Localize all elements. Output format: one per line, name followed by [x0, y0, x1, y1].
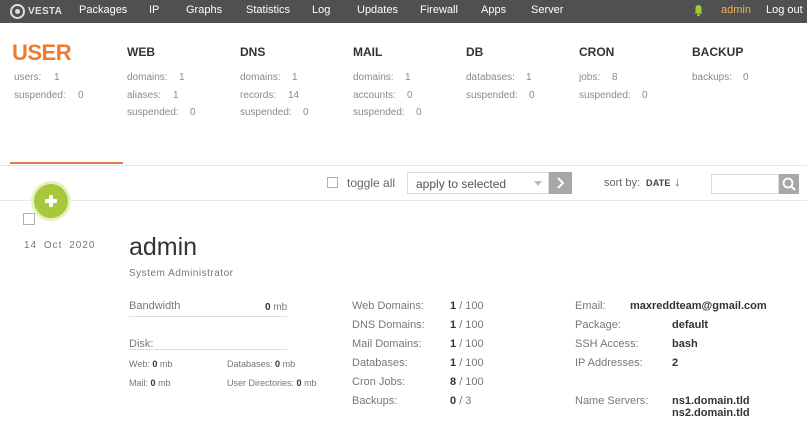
summary-title-user: USER: [12, 40, 72, 65]
record-username: admin: [129, 233, 198, 261]
toggle-all-checkbox[interactable]: [327, 177, 338, 188]
summary-stat: domains: 1: [127, 72, 185, 83]
bandwidth-bar: [129, 316, 287, 317]
nav-updates[interactable]: Updates: [357, 4, 398, 16]
disk-web: Web: 0 mb: [129, 359, 173, 369]
logo-text: VESTA: [28, 6, 63, 17]
summary-stat: domains: 1: [353, 72, 411, 83]
summary-stat: accounts: 0: [353, 90, 413, 101]
limit-label: Databases:: [352, 357, 408, 369]
info-label: Package:: [575, 319, 621, 331]
nav-apps[interactable]: Apps: [481, 4, 506, 16]
nav-log[interactable]: Log: [312, 4, 330, 16]
sort-direction-icon[interactable]: ↓: [674, 174, 681, 189]
summary-stat: records: 14: [240, 90, 300, 101]
active-tab-indicator: [10, 162, 123, 164]
email-value: maxreddteam@gmail.com: [630, 300, 767, 312]
summary-stat: aliases: 1: [127, 90, 179, 101]
name-servers-label: Name Servers:: [575, 395, 649, 407]
limit-label: DNS Domains:: [352, 319, 425, 331]
logout-link[interactable]: Log out: [766, 4, 803, 16]
toggle-all-label[interactable]: toggle all: [347, 176, 395, 190]
disk-bar: [129, 349, 287, 350]
limit-value: 1 / 100: [450, 319, 484, 331]
summary-title-backup: BACKUP: [692, 45, 744, 59]
limit-label: Cron Jobs:: [352, 376, 406, 388]
bulk-action-value: apply to selected: [416, 177, 507, 191]
nav-ip[interactable]: IP: [149, 4, 159, 16]
ip-addresses-value: 2: [672, 357, 679, 369]
summary-stat: backups: 0: [692, 72, 749, 83]
bandwidth-value: 0 mb: [265, 302, 288, 313]
nav-firewall[interactable]: Firewall: [420, 4, 458, 16]
info-label: SSH Access:: [575, 338, 639, 350]
notification-bell-icon[interactable]: [694, 4, 703, 17]
limit-value: 1 / 100: [450, 300, 484, 312]
limit-value: 1 / 100: [450, 357, 484, 369]
row-checkbox[interactable]: [23, 213, 35, 225]
nav-statistics[interactable]: Statistics: [246, 4, 290, 16]
limit-value: 8 / 100: [450, 376, 484, 388]
name-server-1: ns1.domain.tld: [672, 395, 750, 407]
summary-stat: suspended: 0: [127, 107, 196, 118]
sort-by-value[interactable]: DATE: [646, 178, 671, 188]
limit-value: 0 / 3: [450, 395, 472, 407]
limit-value: 1 / 100: [450, 338, 484, 350]
search-icon: [782, 177, 796, 191]
divider: [0, 165, 807, 166]
summary-stat: suspended: 0: [240, 107, 309, 118]
summary-stat: suspended: 0: [353, 107, 422, 118]
search-button[interactable]: [779, 174, 799, 194]
summary-stat: domains: 1: [240, 72, 298, 83]
nav-graphs[interactable]: Graphs: [186, 4, 222, 16]
summary-stat: users: 1: [14, 72, 60, 83]
vesta-logo-icon: [10, 4, 25, 19]
info-label: IP Addresses:: [575, 357, 643, 369]
summary-title-dns: DNS: [240, 45, 266, 59]
chevron-right-icon: [557, 177, 565, 189]
package-value: default: [672, 319, 709, 331]
info-label: Email:: [575, 300, 606, 312]
search-input[interactable]: [711, 174, 779, 194]
current-user-link[interactable]: admin: [721, 4, 751, 16]
summary-title-web: WEB: [127, 45, 155, 59]
summary-title-cron: CRON: [579, 45, 615, 59]
ssh-access-value: bash: [672, 338, 698, 350]
summary-title-mail: MAIL: [353, 45, 383, 59]
apply-button[interactable]: [549, 172, 572, 194]
limit-label: Web Domains:: [352, 300, 424, 312]
summary-stat: suspended: 0: [579, 90, 648, 101]
nav-server[interactable]: Server: [531, 4, 563, 16]
record-date: 14 Oct 2020: [24, 240, 96, 251]
bulk-action-select[interactable]: apply to selected: [407, 172, 549, 194]
nav-packages[interactable]: Packages: [79, 4, 127, 16]
summary-stat: databases: 1: [466, 72, 532, 83]
limit-label: Mail Domains:: [352, 338, 422, 350]
add-user-button[interactable]: [34, 184, 68, 218]
summary-stat: suspended: 0: [466, 90, 535, 101]
sort-by-label: sort by:: [604, 177, 641, 189]
summary-title-db: DB: [466, 45, 484, 59]
bandwidth-label: Bandwidth: [129, 300, 181, 312]
disk-databases: Databases: 0 mb: [227, 359, 296, 369]
disk-user-directories: User Directories: 0 mb: [227, 378, 317, 388]
vesta-logo[interactable]: VESTA: [10, 3, 62, 20]
disk-mail: Mail: 0 mb: [129, 378, 171, 388]
name-server-2: ns2.domain.tld: [672, 407, 750, 419]
record-role: System Administrator: [129, 268, 234, 279]
summary-stat: jobs: 8: [579, 72, 618, 83]
limit-label: Backups:: [352, 395, 398, 407]
divider: [0, 200, 807, 201]
chevron-down-icon: [534, 181, 542, 186]
top-navigation-bar: VESTA Packages IP Graphs Statistics Log …: [0, 0, 807, 23]
summary-stat: suspended: 0: [14, 90, 84, 101]
